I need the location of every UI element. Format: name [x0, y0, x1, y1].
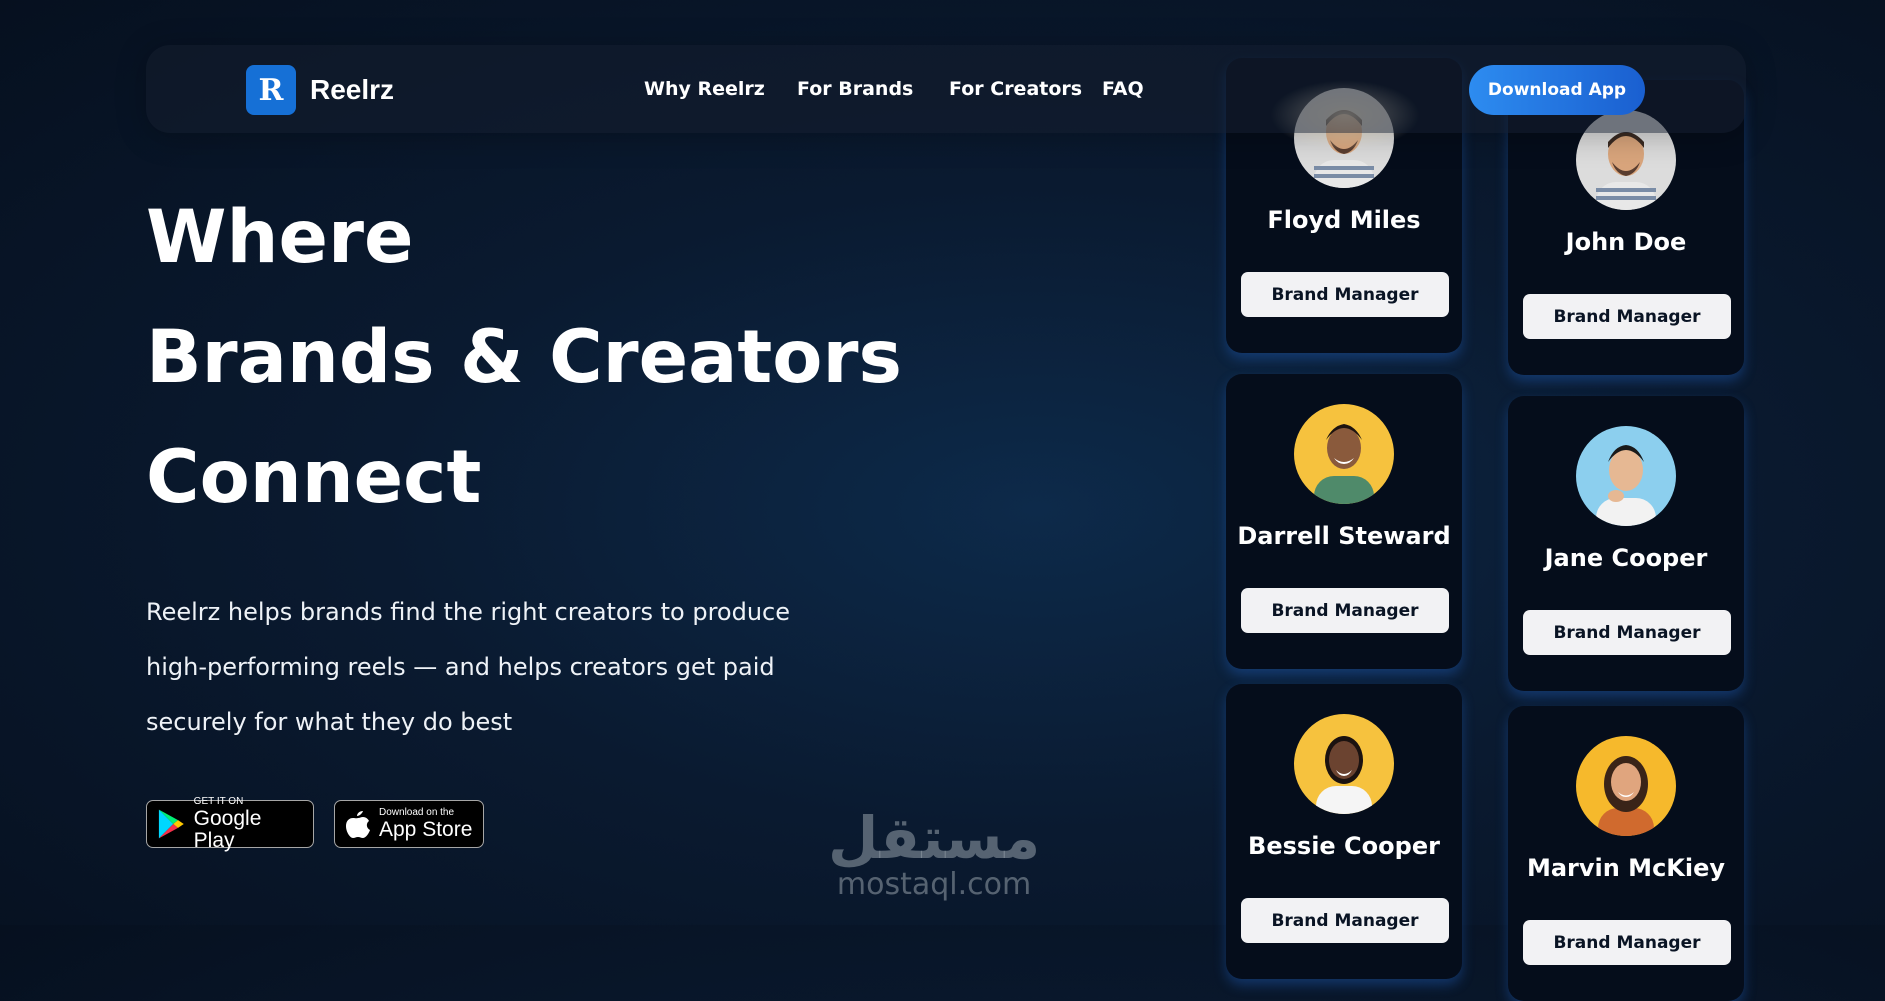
google-play-big-text: Google Play: [193, 807, 262, 852]
role-button[interactable]: Brand Manager: [1241, 898, 1449, 943]
hero-title-line-1: Where: [146, 195, 414, 280]
role-button[interactable]: Brand Manager: [1523, 920, 1731, 965]
google-play-badge[interactable]: GET IT ON Google Play: [146, 796, 314, 852]
role-button[interactable]: Brand Manager: [1241, 272, 1449, 317]
download-app-button[interactable]: Download App: [1469, 65, 1645, 115]
card-name: Darrell Steward: [1237, 522, 1451, 550]
woman-avatar-icon: [1294, 714, 1394, 814]
card-name: Marvin McKiey: [1526, 854, 1726, 882]
role-button[interactable]: Brand Manager: [1523, 610, 1731, 655]
nav-faq[interactable]: FAQ: [1102, 78, 1144, 100]
role-button[interactable]: Brand Manager: [1241, 588, 1449, 633]
hero-title-line-2: Brands & Creators: [146, 315, 902, 400]
woman-avatar-icon: [1576, 736, 1676, 836]
creator-card[interactable]: Jane Cooper Brand Manager: [1508, 396, 1744, 691]
card-name: John Doe: [1565, 228, 1687, 256]
hero-description: Reelrz helps brands find the right creat…: [146, 598, 791, 736]
navbar: R Reelrz Why Reelrz For Brands For Creat…: [146, 45, 1746, 133]
watermark: مستقل mostaql.com: [828, 808, 1040, 902]
app-store-big-text: App Store: [379, 818, 473, 841]
nav-why-reelrz[interactable]: Why Reelrz: [644, 78, 765, 100]
nav-for-creators[interactable]: For Creators: [949, 78, 1082, 100]
apple-icon: [346, 811, 370, 838]
watermark-latin: mostaql.com: [836, 867, 1032, 902]
watermark-arabic: مستقل: [828, 804, 1041, 872]
card-name: Floyd Miles: [1267, 206, 1421, 234]
hero-title-line-3: Connect: [146, 435, 482, 520]
role-button[interactable]: Brand Manager: [1523, 294, 1731, 339]
card-name: Bessie Cooper: [1248, 832, 1440, 860]
creator-card[interactable]: Bessie Cooper Brand Manager: [1226, 684, 1462, 979]
creator-card[interactable]: Marvin McKiey Brand Manager: [1508, 706, 1744, 1001]
man-avatar-icon: [1576, 426, 1676, 526]
nav-for-brands[interactable]: For Brands: [797, 78, 913, 100]
creator-card[interactable]: Darrell Steward Brand Manager: [1226, 374, 1462, 669]
card-name: Jane Cooper: [1544, 544, 1708, 572]
app-store-badge[interactable]: Download on the App Store: [334, 800, 484, 848]
google-play-icon: [158, 809, 184, 839]
man-avatar-icon: [1294, 404, 1394, 504]
hero-title: Where Brands & Creators Connect: [146, 178, 902, 538]
